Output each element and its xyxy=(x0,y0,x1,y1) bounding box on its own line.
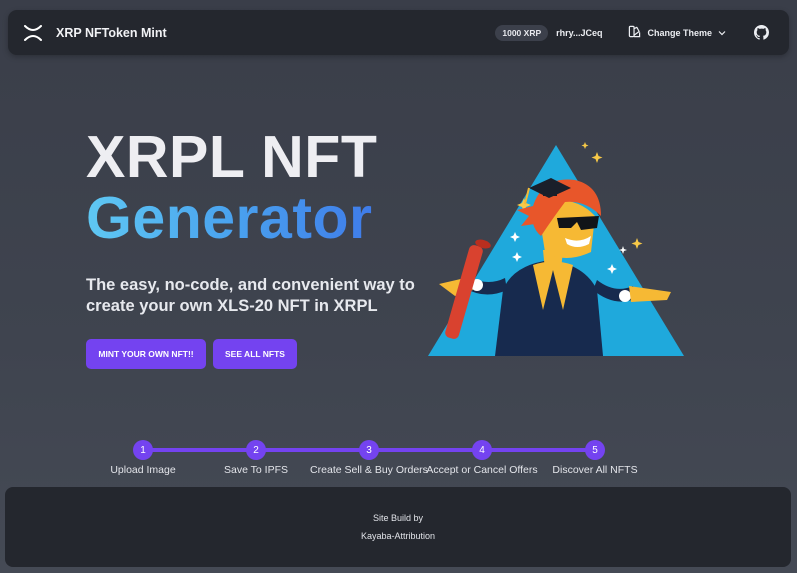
hero-subtitle: The easy, no-code, and convenient way to… xyxy=(86,276,415,315)
hero-title-line2: Generator xyxy=(86,185,373,251)
mint-nft-button[interactable]: MINT YOUR OWN NFT!! xyxy=(86,339,206,369)
brand-title[interactable]: XRP NFToken Mint xyxy=(56,26,167,40)
step-1-circle[interactable]: 1 xyxy=(133,440,153,460)
step-3-circle[interactable]: 3 xyxy=(359,440,379,460)
step-4-circle[interactable]: 4 xyxy=(472,440,492,460)
top-navbar: XRP NFToken Mint 1000 XRP rhry...JCeq Ch… xyxy=(8,10,789,55)
see-all-nfts-button[interactable]: SEE ALL NFTS xyxy=(213,339,297,369)
footer-credit-line: Site Build by xyxy=(372,513,424,523)
step-3-label: Create Sell & Buy Orders xyxy=(310,464,428,476)
palette-icon xyxy=(628,25,641,40)
github-icon[interactable] xyxy=(754,25,769,40)
change-theme-label: Change Theme xyxy=(647,27,712,38)
progress-steps: 1 Upload Image 2 Save To IPFS 3 Create S… xyxy=(95,438,655,478)
step-4-label: Accept or Cancel Offers xyxy=(426,464,538,476)
step-2-circle[interactable]: 2 xyxy=(246,440,266,460)
balance-badge: 1000 XRP xyxy=(495,24,549,41)
hero-title-line1: XRPL NFT xyxy=(86,124,378,190)
chevron-down-icon xyxy=(718,28,726,38)
step-2-label: Save To IPFS xyxy=(223,464,289,476)
step-5-label: Discover All NFTS xyxy=(552,464,638,476)
graduate-illustration xyxy=(425,140,687,360)
step-5-circle[interactable]: 5 xyxy=(585,440,605,460)
footer-author-link[interactable]: Kayaba-Attribution xyxy=(361,531,435,541)
change-theme-button[interactable]: Change Theme xyxy=(628,25,726,40)
nav-right-group: 1000 XRP rhry...JCeq Change Theme xyxy=(495,24,779,41)
step-1-label: Upload Image xyxy=(110,464,176,476)
wallet-address[interactable]: rhry...JCeq xyxy=(556,28,602,38)
xrp-logo-icon[interactable] xyxy=(18,18,48,48)
footer: Site Build by Kayaba-Attribution xyxy=(5,487,791,567)
